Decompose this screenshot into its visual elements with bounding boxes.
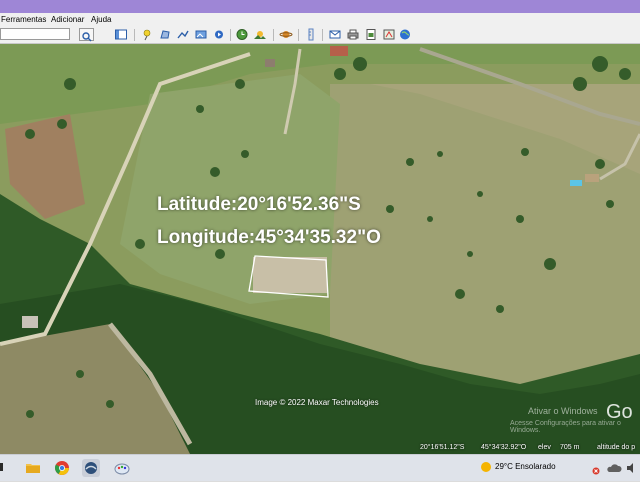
- search-input[interactable]: [0, 28, 70, 40]
- earth-gallery-button[interactable]: [398, 28, 412, 41]
- image-overlay-icon: [195, 30, 207, 39]
- longitude-label: Longitude:45°34'35.32"O: [157, 227, 381, 248]
- network-icon: [592, 467, 600, 475]
- cloud-icon: [607, 464, 622, 472]
- tour-icon: [215, 30, 223, 39]
- window-titlebar: [0, 0, 640, 13]
- paint-palette-icon: [114, 463, 130, 475]
- status-longitude: 45°34'32.92"O: [481, 444, 527, 451]
- weather-text: 29°C Ensolarado: [495, 462, 556, 472]
- volume-tray-button[interactable]: [624, 459, 640, 477]
- weather-widget[interactable]: 29°C Ensolarado: [481, 462, 556, 472]
- maps-button[interactable]: [382, 28, 396, 41]
- network-tray-button[interactable]: [587, 459, 605, 477]
- search-icon: [82, 32, 92, 42]
- status-bar: 20°16'51.12"S 45°34'32.92"O elev 705 m a…: [0, 442, 640, 454]
- taskview-button[interactable]: [0, 459, 12, 477]
- sidebar-icon: [115, 29, 127, 40]
- ruler-button[interactable]: [304, 28, 318, 41]
- status-elev-label: elev: [538, 444, 551, 451]
- email-button[interactable]: [328, 28, 342, 41]
- windows-activation-watermark: Ativar o Windows: [528, 406, 598, 416]
- status-latitude: 20°16'51.12"S: [420, 444, 465, 451]
- google-logo: Go: [606, 401, 633, 423]
- pushpin-icon: [143, 29, 151, 41]
- menu-add[interactable]: Adicionar: [51, 15, 84, 24]
- taskbar: 29°C Ensolarado: [0, 454, 640, 481]
- file-explorer-button[interactable]: [24, 459, 42, 477]
- menu-bar: Ferramentas Adicionar Ajuda: [0, 13, 640, 27]
- tour-button[interactable]: [212, 28, 226, 41]
- google-earth-taskbar-button[interactable]: [82, 459, 100, 477]
- imagery-copyright: Image © 2022 Maxar Technologies: [255, 398, 379, 407]
- chrome-icon: [54, 461, 69, 475]
- onedrive-tray-button[interactable]: [605, 459, 623, 477]
- ruler-icon: [308, 28, 314, 41]
- save-image-icon: [366, 29, 376, 40]
- save-image-button[interactable]: [364, 28, 378, 41]
- sun-landscape-icon: [254, 31, 266, 39]
- folder-icon: [26, 464, 40, 473]
- polygon-button[interactable]: [158, 28, 172, 41]
- google-earth-icon: [85, 462, 97, 474]
- satellite-imagery: [0, 44, 640, 454]
- search-button[interactable]: [79, 28, 94, 42]
- path-button[interactable]: [176, 28, 190, 41]
- paint-button[interactable]: [113, 459, 131, 477]
- overlay-button[interactable]: [194, 28, 208, 41]
- taskview-icon: [0, 463, 3, 471]
- sunlight-button[interactable]: [253, 28, 267, 41]
- planet-icon: [279, 31, 293, 38]
- path-icon: [177, 30, 189, 39]
- menu-tools[interactable]: Ferramentas: [1, 15, 46, 24]
- print-button[interactable]: [346, 28, 360, 41]
- sun-icon: [481, 462, 491, 472]
- toolbar: [0, 27, 640, 44]
- envelope-icon: [329, 30, 341, 39]
- printer-icon: [347, 29, 359, 40]
- status-eye-altitude: altitude do p: [597, 444, 636, 451]
- status-elev-value: 705 m: [560, 444, 580, 451]
- history-button[interactable]: [235, 28, 249, 41]
- sidebar-toggle-button[interactable]: [114, 28, 128, 41]
- latitude-label: Latitude:20°16'52.36"S: [157, 194, 361, 215]
- clock-icon: [236, 29, 248, 40]
- menu-help[interactable]: Ajuda: [91, 15, 111, 24]
- globe-icon: [400, 29, 410, 40]
- placemark-button[interactable]: [140, 28, 154, 41]
- map-icon: [383, 29, 395, 40]
- planets-button[interactable]: [279, 28, 293, 41]
- chrome-button[interactable]: [53, 459, 71, 477]
- map-view[interactable]: Latitude:20°16'52.36"S Longitude:45°34'3…: [0, 44, 640, 454]
- polygon-icon: [160, 30, 170, 39]
- speaker-icon: [627, 463, 633, 473]
